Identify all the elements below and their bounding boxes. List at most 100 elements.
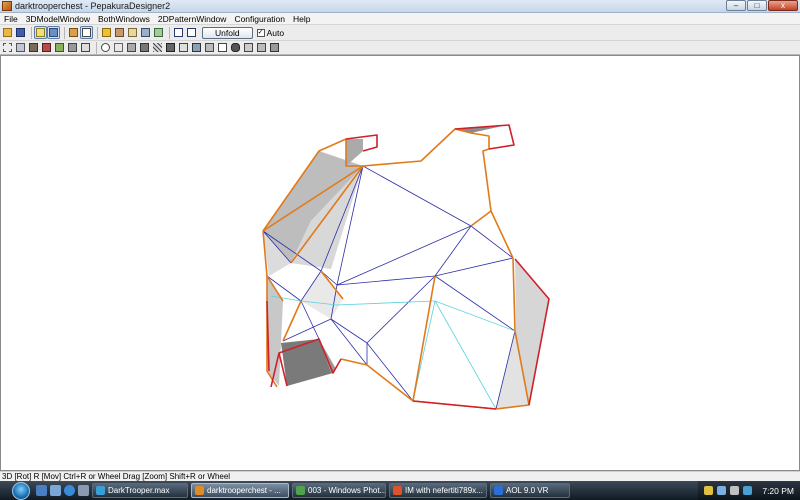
photo-viewer-icon [296,486,305,495]
join-icon[interactable] [54,42,65,53]
inner-edge [336,275,436,286]
show-desktop-icon[interactable] [36,485,47,496]
3d-model-viewport[interactable] [0,55,800,471]
strip-icon[interactable] [165,42,176,53]
3d-model-canvas[interactable] [1,56,800,471]
taskbar-item-im-chat[interactable]: IM with nefertiti789x... [389,483,487,498]
print-icon[interactable] [269,42,280,53]
start-button[interactable] [12,481,30,500]
fold-edge [336,300,436,306]
toolbar-separator [96,41,97,54]
flap-icon[interactable] [140,27,151,38]
auto-checkbox[interactable]: ✓ [256,28,265,37]
menu-file[interactable]: File [0,14,22,24]
window-controls: – □ x [725,0,798,12]
tray-volume-icon[interactable] [730,486,740,495]
taskbar-item-label: IM with nefertiti789x... [405,486,483,495]
minimize-button[interactable]: – [726,0,746,11]
unfold-button[interactable]: Unfold [202,26,253,39]
save-icon[interactable] [15,27,26,38]
inner-edge [366,342,414,402]
align-icon[interactable] [204,42,215,53]
page-icon[interactable] [80,42,91,53]
inner-edge [470,225,514,259]
menu-2dpatternwindow[interactable]: 2DPatternWindow [154,14,231,24]
internet-explorer-icon[interactable] [64,485,75,496]
table-icon[interactable] [178,42,189,53]
menu-3dmodelwindow[interactable]: 3DModelWindow [22,14,94,24]
inner-edge [362,165,472,227]
texture-icon[interactable] [47,26,60,39]
outline-ridge [470,210,492,227]
taskbar-item-aol[interactable]: AOL 9.0 VR [490,483,570,498]
zoom-icon[interactable] [100,42,111,53]
close-button[interactable]: x [768,0,798,11]
move-icon[interactable] [15,42,26,53]
rotate-icon[interactable] [68,27,79,38]
grid-icon[interactable] [217,42,228,53]
taskbar-item-label: DarkTrooper.max [108,486,170,495]
hatch-icon[interactable] [152,42,163,53]
aol-icon [494,486,503,495]
glue-icon[interactable] [114,27,125,38]
open-icon[interactable] [2,27,13,38]
menu-bothwindows[interactable]: BothWindows [94,14,154,24]
taskbar-item-darktrooper-max[interactable]: DarkTrooper.max [92,483,188,498]
model-face [346,139,363,166]
menu-bar: File 3DModelWindow BothWindows 2DPattern… [0,13,800,25]
outline-ridge [282,300,302,342]
edge-icon[interactable] [153,27,164,38]
model-face [301,271,343,319]
fold-edge [434,300,497,410]
lines-icon[interactable] [139,42,150,53]
pencil-icon[interactable] [101,27,112,38]
status-bar: 3D [Rot] R [Mov] Ctrl+R or Wheel Drag [Z… [0,471,800,481]
outline-bottom [340,257,530,410]
taskbar-item-label: darktrooperchest - ... [207,486,281,495]
select-region-icon[interactable] [2,42,13,53]
cut-line-icon[interactable] [41,42,52,53]
tray-alert-icon[interactable] [704,486,714,495]
taskbar-item-windows-photo[interactable]: 003 - Windows Phot... [292,483,386,498]
window-dual-icon[interactable] [186,27,197,38]
menu-configuration[interactable]: Configuration [230,14,289,24]
cut-edge [412,400,497,410]
select-icon[interactable] [80,26,93,39]
taskbar-clock[interactable]: 7:20 PM [762,486,794,496]
inner-edge [282,318,332,342]
undo-icon[interactable] [230,42,241,53]
main-toolbar: Unfold ✓ Auto [0,25,800,41]
quick-launch-icon[interactable] [78,485,89,496]
list-icon[interactable] [126,42,137,53]
toolbar-separator [31,26,32,39]
tray-app-icon[interactable] [743,486,753,495]
menu-help[interactable]: Help [289,14,314,24]
auto-checkbox-label: Auto [266,27,285,38]
maximize-button[interactable]: □ [747,0,767,11]
3ds-max-icon [96,486,105,495]
edit-toolbar [0,41,800,55]
inner-edge [434,257,514,277]
taskbar-item-label: AOL 9.0 VR [506,486,549,495]
toolbar-separator [97,26,98,39]
copy-icon[interactable] [243,42,254,53]
inner-edge [330,318,368,366]
taskbar-item-pepakura[interactable]: darktrooperchest - ... [191,483,289,498]
image-icon[interactable] [191,42,202,53]
inner-edge [330,318,368,344]
title-bar: darktrooperchest - PepakuraDesigner2 – □… [0,0,800,13]
pointer-icon[interactable] [113,42,124,53]
paste-icon[interactable] [256,42,267,53]
cut-icon[interactable] [127,27,138,38]
ruler-icon[interactable] [67,42,78,53]
tray-network-icon[interactable] [717,486,727,495]
aim-icon [393,486,402,495]
model-face [281,339,333,386]
taskbar: DarkTrooper.max darktrooperchest - ... 0… [0,481,800,500]
model-view-icon[interactable] [34,26,47,39]
window-single-icon[interactable] [173,27,184,38]
pepakura-icon [195,486,204,495]
app-icon [2,1,12,11]
switch-windows-icon[interactable] [50,485,61,496]
brush-icon[interactable] [28,42,39,53]
